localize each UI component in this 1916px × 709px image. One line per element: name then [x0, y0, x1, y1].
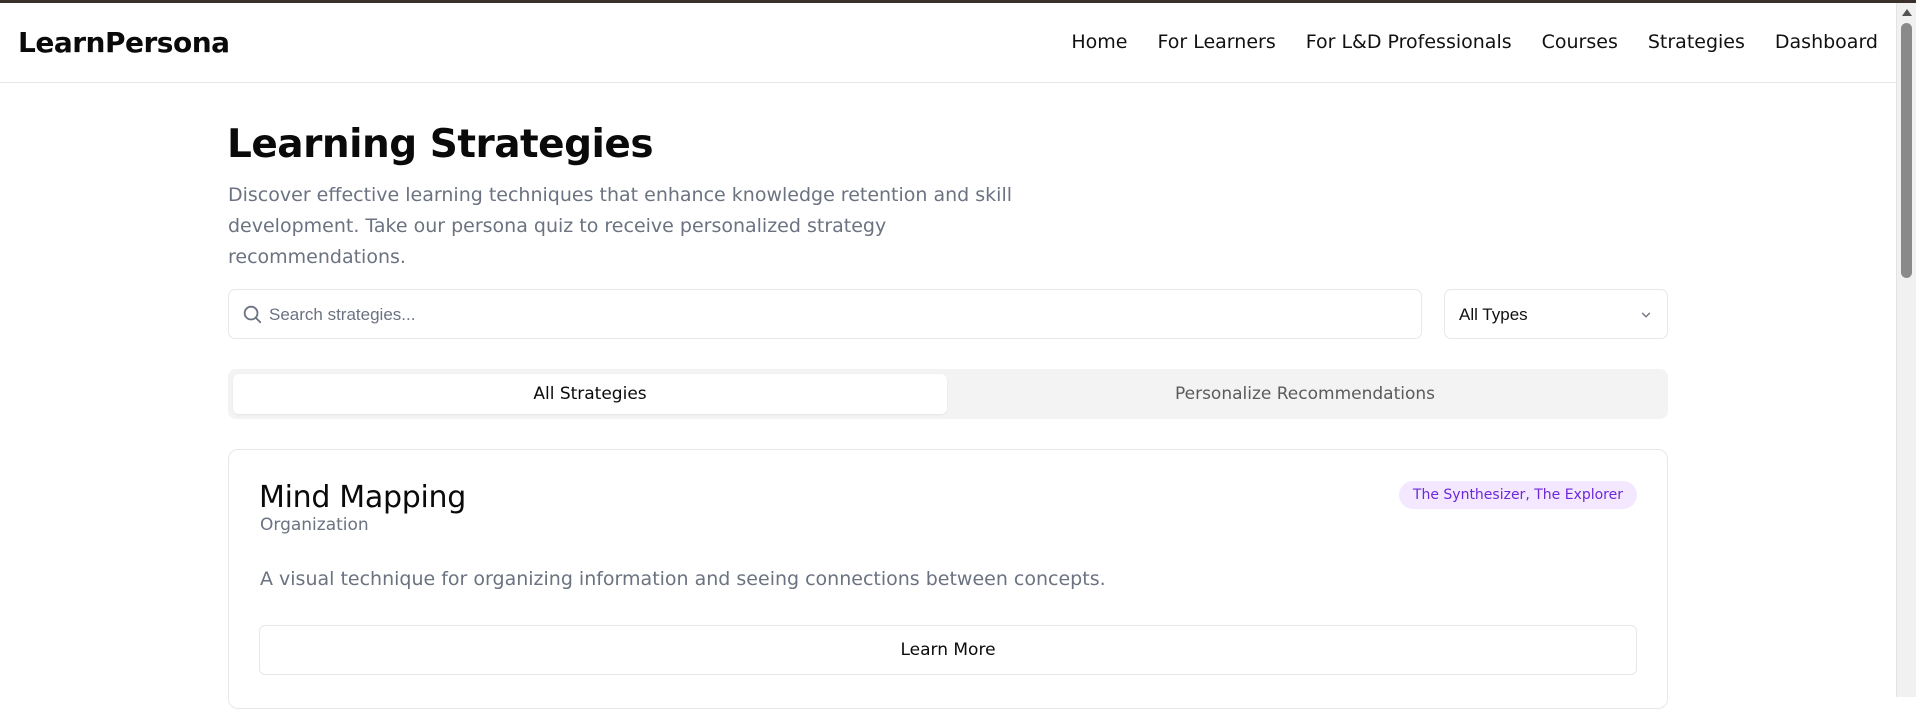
strategy-description: A visual technique for organizing inform…: [260, 568, 1106, 590]
strategy-tabs: All Strategies Personalize Recommendatio…: [228, 369, 1668, 419]
scroll-up-arrow-icon[interactable]: [1902, 9, 1912, 16]
nav-for-ld-professionals[interactable]: For L&D Professionals: [1306, 31, 1512, 53]
search-icon: [243, 305, 262, 324]
learn-more-button[interactable]: Learn More: [259, 625, 1637, 675]
type-filter-value: All Types: [1459, 305, 1528, 324]
strategy-card: Mind Mapping Organization The Synthesize…: [228, 449, 1668, 709]
strategy-title: Mind Mapping: [259, 480, 466, 515]
logo[interactable]: LearnPersona: [18, 26, 230, 59]
page-title: Learning Strategies: [227, 122, 654, 167]
page-description: Discover effective learning techniques t…: [228, 184, 1013, 268]
strategy-category: Organization: [260, 515, 369, 535]
nav-home[interactable]: Home: [1071, 31, 1127, 53]
scroll-thumb[interactable]: [1901, 23, 1912, 278]
search-box[interactable]: [228, 289, 1422, 339]
tab-all-strategies[interactable]: All Strategies: [233, 374, 947, 414]
site-header: LearnPersona Home For Learners For L&D P…: [0, 3, 1896, 83]
nav-dashboard[interactable]: Dashboard: [1775, 31, 1878, 53]
persona-badge: The Synthesizer, The Explorer: [1398, 481, 1637, 509]
nav-strategies[interactable]: Strategies: [1648, 31, 1745, 53]
chevron-down-icon: [1641, 312, 1651, 318]
tab-personalize-recommendations[interactable]: Personalize Recommendations: [948, 374, 1662, 414]
type-filter-select[interactable]: All Types: [1444, 289, 1668, 339]
nav-for-learners[interactable]: For Learners: [1158, 31, 1276, 53]
search-input[interactable]: [267, 291, 1411, 339]
page-scrollbar[interactable]: [1896, 3, 1916, 697]
nav-courses[interactable]: Courses: [1542, 31, 1618, 53]
main-nav: Home For Learners For L&D Professionals …: [1071, 31, 1878, 53]
